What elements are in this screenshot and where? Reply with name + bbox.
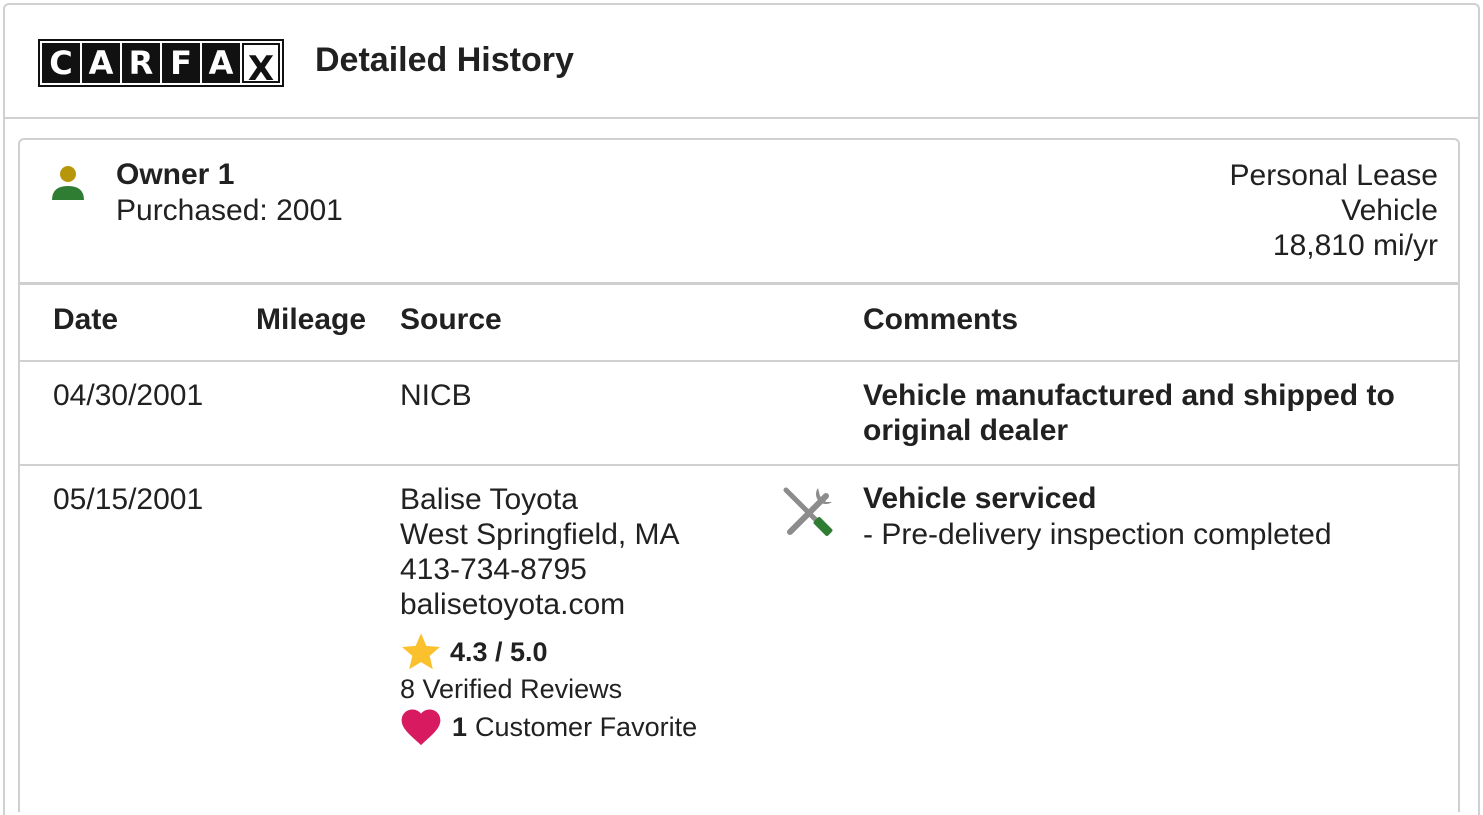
comment-detail: - Pre-delivery inspection completed <box>863 518 1332 551</box>
column-mileage: Mileage <box>256 303 367 336</box>
verified-reviews-link[interactable]: 8 Verified Reviews <box>400 674 622 705</box>
dealer-rating[interactable]: 4.3 / 5.0 <box>400 632 548 672</box>
column-comments: Comments <box>863 303 1019 336</box>
table-row: 05/15/2001 Balise Toyota West Springfiel… <box>20 466 1458 814</box>
wrench-screwdriver-icon <box>783 487 833 536</box>
report-header: C A R F A X Detailed History <box>5 5 1478 119</box>
row-date: 04/30/2001 <box>53 379 204 412</box>
logo-letter: F <box>162 43 200 83</box>
ownership-type: Personal Lease <box>1229 159 1438 192</box>
favorite-count: 1 <box>452 711 468 742</box>
column-date: Date <box>53 303 119 336</box>
owner-purchased: Purchased: 2001 <box>116 194 343 227</box>
comment-line: Vehicle manufactured and shipped to <box>863 379 1395 412</box>
carfax-logo: C A R F A X <box>38 39 284 89</box>
row-source: Balise Toyota West Springfield, MA 413-7… <box>400 482 680 622</box>
row-comment: Vehicle manufactured and shipped to orig… <box>863 378 1395 448</box>
mileage-rate: 18,810 mi/yr <box>1272 229 1438 262</box>
ownership-type-cont: Vehicle <box>1341 194 1438 227</box>
table-header: Date Mileage Source Comments <box>20 282 1458 362</box>
owner-name: Owner 1 <box>116 158 235 191</box>
logo-letter: A <box>82 43 120 83</box>
dealer-phone[interactable]: 413-734-8795 <box>400 552 680 587</box>
rating-value: 4.3 / 5.0 <box>450 636 548 667</box>
comment-title: Vehicle serviced <box>863 482 1097 515</box>
owner-usage: Personal Lease Vehicle 18,810 mi/yr <box>1230 158 1438 263</box>
table-row: 04/30/2001 NICB Vehicle manufactured and… <box>20 362 1458 466</box>
logo-letter: R <box>122 43 160 83</box>
row-source: NICB <box>400 379 472 412</box>
logo-letter: X <box>242 43 280 89</box>
dealer-website-link[interactable]: balisetoyota.com <box>400 587 680 622</box>
heart-icon <box>401 709 441 746</box>
row-date: 05/15/2001 <box>53 483 204 516</box>
column-source: Source <box>400 303 502 336</box>
person-icon <box>52 166 84 200</box>
owner-history-card: Owner 1 Purchased: 2001 Personal Lease V… <box>18 138 1460 812</box>
dealer-location: West Springfield, MA <box>400 518 680 551</box>
favorite-label: Customer Favorite <box>475 711 698 742</box>
owner-summary: Owner 1 Purchased: 2001 Personal Lease V… <box>20 140 1458 282</box>
dealer-name[interactable]: Balise Toyota <box>400 482 680 517</box>
logo-letter: C <box>42 43 80 83</box>
comment-line: original dealer <box>863 414 1069 447</box>
customer-favorite: 1 Customer Favorite <box>400 708 697 746</box>
logo-letter: A <box>202 43 240 83</box>
page-title: Detailed History <box>315 41 574 79</box>
star-icon <box>402 633 440 670</box>
